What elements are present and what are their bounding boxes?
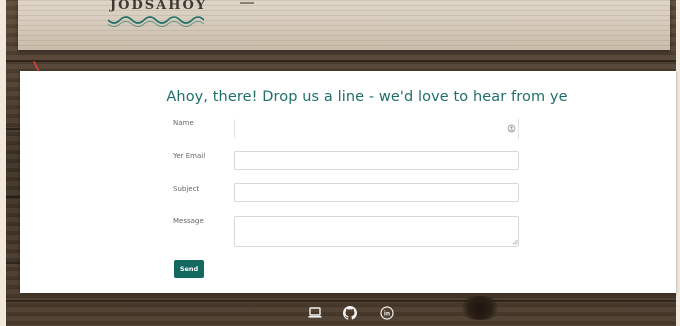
message-textarea[interactable] [234,216,519,247]
subject-input[interactable] [234,183,519,202]
laptop-icon[interactable] [307,305,323,321]
contact-card: Ahoy, there! Drop us a line - we'd love … [20,71,676,293]
header-decoration [240,2,254,4]
github-icon[interactable] [342,305,358,321]
email-field[interactable] [234,151,519,170]
subject-label: Subject [173,185,200,193]
name-input-edge [518,119,519,139]
wood-knot [458,296,502,320]
plank-seam [6,60,676,62]
site-logo[interactable]: JODSAHOY [110,0,207,13]
resize-grip-icon[interactable] [512,239,518,245]
logo-wave-icon [108,16,204,27]
linkedin-icon[interactable]: in [379,305,395,321]
linkedin-glyph: in [384,310,390,317]
send-button[interactable]: Send [174,260,204,278]
header: JODSAHOY [18,0,670,50]
autofill-icon[interactable] [507,124,516,133]
message-label: Message [173,217,204,225]
email-label: Yer Email [173,152,206,160]
plank-seam [6,300,676,302]
name-input[interactable] [234,119,519,139]
name-label: Name [173,119,194,127]
page-title: Ahoy, there! Drop us a line - we'd love … [166,89,568,105]
